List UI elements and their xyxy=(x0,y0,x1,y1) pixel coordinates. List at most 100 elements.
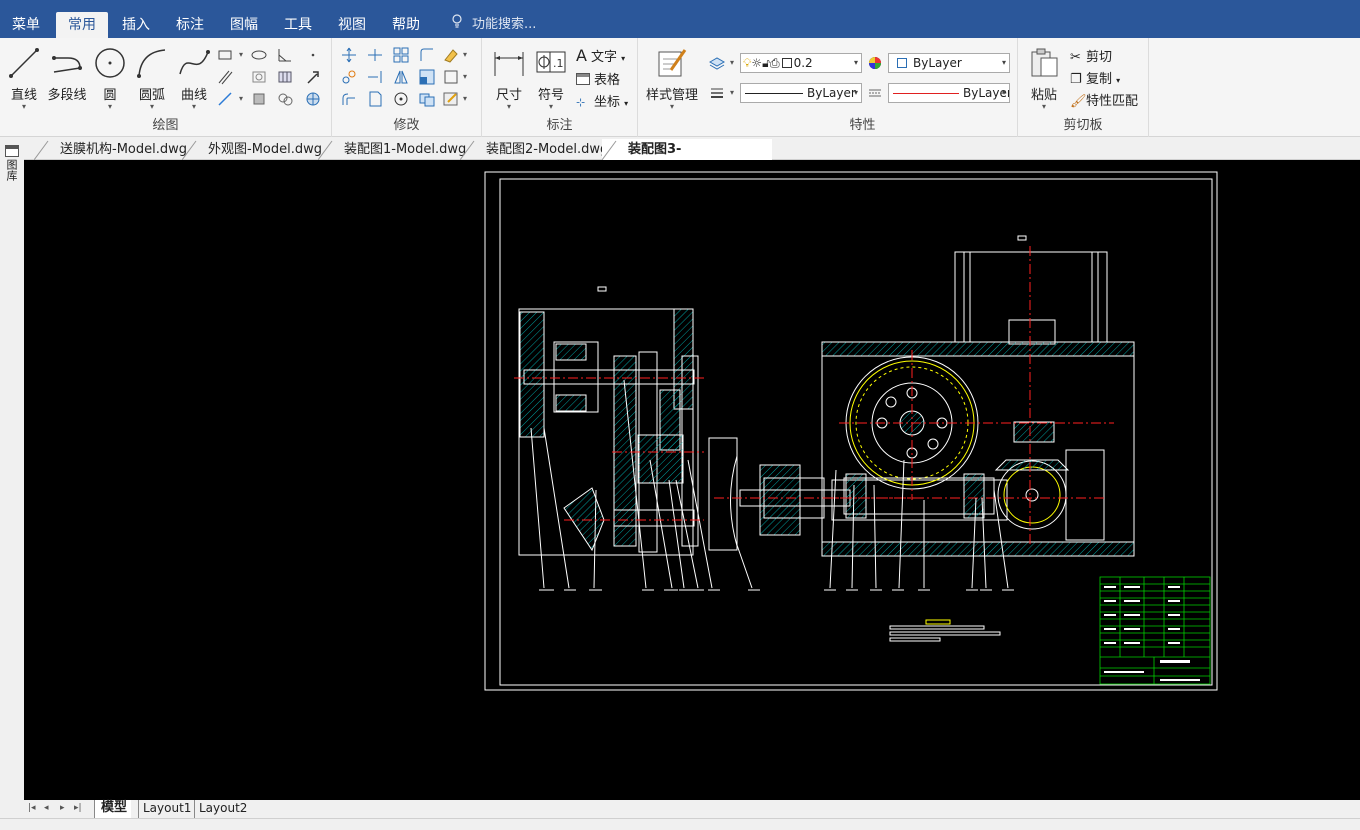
style-manager-label: 样式管理 xyxy=(645,88,698,103)
copy-button[interactable]: ❐ 复制 ▾ xyxy=(1070,68,1120,87)
prev-layout-icon[interactable]: ◂ xyxy=(44,803,49,813)
doc-tab-0[interactable]: 送膜机构-Model.dwg xyxy=(34,139,194,160)
doc-tab-label: 装配图2-Model.dwg xyxy=(486,142,609,157)
copy-icon: ❐ xyxy=(1070,72,1082,87)
command-line[interactable] xyxy=(0,818,1360,830)
doc-tab-3[interactable]: 装配图2-Model.dwg xyxy=(460,139,616,160)
curve-label: 曲线 xyxy=(180,88,207,103)
tab-view[interactable]: 视图 xyxy=(326,0,378,38)
color-dropdown[interactable]: ByLayer ▾ xyxy=(888,53,1010,73)
construction-line-icon[interactable] xyxy=(216,90,234,108)
properties-edit-icon[interactable] xyxy=(442,90,460,108)
tab-sheet[interactable]: 图幅 xyxy=(218,0,270,38)
fillet-icon[interactable] xyxy=(418,46,436,64)
linetype-scale-icon[interactable] xyxy=(866,84,884,102)
drawing-canvas[interactable] xyxy=(24,160,1360,800)
doc-tab-4-active[interactable]: 装配图3-Model.dwg✕ xyxy=(602,139,772,178)
menu-main[interactable]: 菜单 xyxy=(0,0,52,38)
erase-icon[interactable] xyxy=(442,46,460,64)
table-icon xyxy=(576,73,590,85)
sheet-inner-border xyxy=(499,178,1213,686)
line-label: 直线 xyxy=(10,88,37,103)
table-grid-icon[interactable] xyxy=(276,68,294,86)
trim-icon[interactable] xyxy=(366,46,384,64)
symbol-tool[interactable]: .1 符号 ▾ xyxy=(532,46,570,111)
mirror-icon[interactable] xyxy=(392,68,410,86)
pick-arrow-icon[interactable] xyxy=(304,68,322,86)
group-title-modify: 修改 xyxy=(393,118,420,133)
text-icon: A xyxy=(576,46,587,65)
match-properties-button[interactable]: 🖌︎特性匹配 xyxy=(1070,90,1138,109)
paste-label: 粘贴 xyxy=(1030,88,1057,103)
color-wheel-icon[interactable] xyxy=(866,54,884,72)
rotate-icon[interactable] xyxy=(392,90,410,108)
polyline-tool[interactable]: 多段线 xyxy=(46,46,88,103)
doc-tab-label: 外观图-Model.dwg xyxy=(208,142,322,157)
curve-tool[interactable]: 曲线 ▾ xyxy=(176,46,212,111)
double-line-icon[interactable] xyxy=(216,68,234,86)
coordinate-label: 坐标 xyxy=(594,95,621,110)
boundary-icon[interactable] xyxy=(276,90,294,108)
offset-icon[interactable] xyxy=(340,90,358,108)
layer-value: 0.2 xyxy=(793,56,813,70)
tab-tools[interactable]: 工具 xyxy=(272,0,324,38)
layout-tab-bar: |◂ ◂ ▸ ▸| 模型 Layout1 Layout2 xyxy=(24,800,1360,818)
move-icon[interactable] xyxy=(340,46,358,64)
arc-label: 圆弧 xyxy=(138,88,165,103)
doc-tab-label: 送膜机构-Model.dwg xyxy=(60,142,187,157)
sphere-icon[interactable] xyxy=(304,90,322,108)
arc-tool[interactable]: 圆弧 ▾ xyxy=(134,46,170,111)
style-manager-tool[interactable]: 样式管理 ▾ xyxy=(644,46,700,111)
linetype-dropdown[interactable]: ByLayer ▾ xyxy=(740,83,862,103)
text-tool[interactable]: A 文字 ▾ xyxy=(576,46,625,65)
tab-home[interactable]: 常用 xyxy=(56,12,108,38)
paste-tool[interactable]: 粘贴 ▾ xyxy=(1026,46,1062,111)
layout-tab-layout2[interactable]: Layout2 xyxy=(194,800,251,818)
symbol-label: 符号 xyxy=(537,88,564,103)
dimension-tool[interactable]: 尺寸 ▾ xyxy=(490,46,528,111)
tab-insert[interactable]: 插入 xyxy=(110,0,162,38)
copy-label: 复制 xyxy=(1086,72,1113,87)
line-tool[interactable]: 直线 ▾ xyxy=(6,46,42,111)
stretch-icon[interactable] xyxy=(366,90,384,108)
lineweight-icon[interactable] xyxy=(708,84,726,102)
search-placeholder: 功能搜索... xyxy=(472,17,537,32)
coordinate-tool[interactable]: ⊹ 坐标 ▾ xyxy=(576,91,628,110)
group-title-draw: 绘图 xyxy=(152,118,179,133)
tab-annotate[interactable]: 标注 xyxy=(164,0,216,38)
library-panel-button[interactable]: 图库 xyxy=(4,145,20,181)
layer-manager-icon[interactable] xyxy=(708,54,726,72)
explode-icon[interactable] xyxy=(418,90,436,108)
layer-dropdown[interactable]: 💡︎☼🔓︎⎙ 0.2 ▾ xyxy=(740,53,862,73)
extend-icon[interactable] xyxy=(366,68,384,86)
linetype-sample xyxy=(745,93,803,94)
layout-tab-model[interactable]: 模型 xyxy=(94,800,132,818)
doc-tab-1[interactable]: 外观图-Model.dwg xyxy=(182,139,332,160)
last-layout-icon[interactable]: ▸| xyxy=(74,803,82,813)
function-search[interactable]: 功能搜索... xyxy=(450,12,536,38)
dimension-icon xyxy=(492,46,526,80)
circle-tool[interactable]: 圆 ▾ xyxy=(92,46,128,111)
circle-icon xyxy=(93,46,127,80)
block-icon[interactable] xyxy=(442,68,460,86)
library-label: 图库 xyxy=(5,159,18,181)
tab-help[interactable]: 帮助 xyxy=(380,0,432,38)
rectangle-icon[interactable] xyxy=(216,46,234,64)
scale-icon[interactable] xyxy=(418,68,436,86)
lineweight-dropdown[interactable]: ByLayer ▾ xyxy=(888,83,1010,103)
first-layout-icon[interactable]: |◂ xyxy=(28,803,36,813)
cut-button[interactable]: ✂ 剪切 xyxy=(1070,46,1112,65)
region-icon[interactable] xyxy=(250,90,268,108)
hatch-icon[interactable] xyxy=(250,68,268,86)
table-label: 表格 xyxy=(594,73,621,88)
paste-icon xyxy=(1027,46,1061,80)
table-tool[interactable]: 表格 xyxy=(576,69,620,88)
copy-object-icon[interactable] xyxy=(340,68,358,86)
doc-tab-2[interactable]: 装配图1-Model.dwg xyxy=(318,139,474,160)
angle-icon[interactable] xyxy=(276,46,294,64)
ellipse-icon[interactable] xyxy=(250,46,268,64)
array-icon[interactable] xyxy=(392,46,410,64)
next-layout-icon[interactable]: ▸ xyxy=(60,803,65,813)
point-icon[interactable] xyxy=(304,46,322,64)
layout-tab-layout1[interactable]: Layout1 xyxy=(138,800,195,818)
